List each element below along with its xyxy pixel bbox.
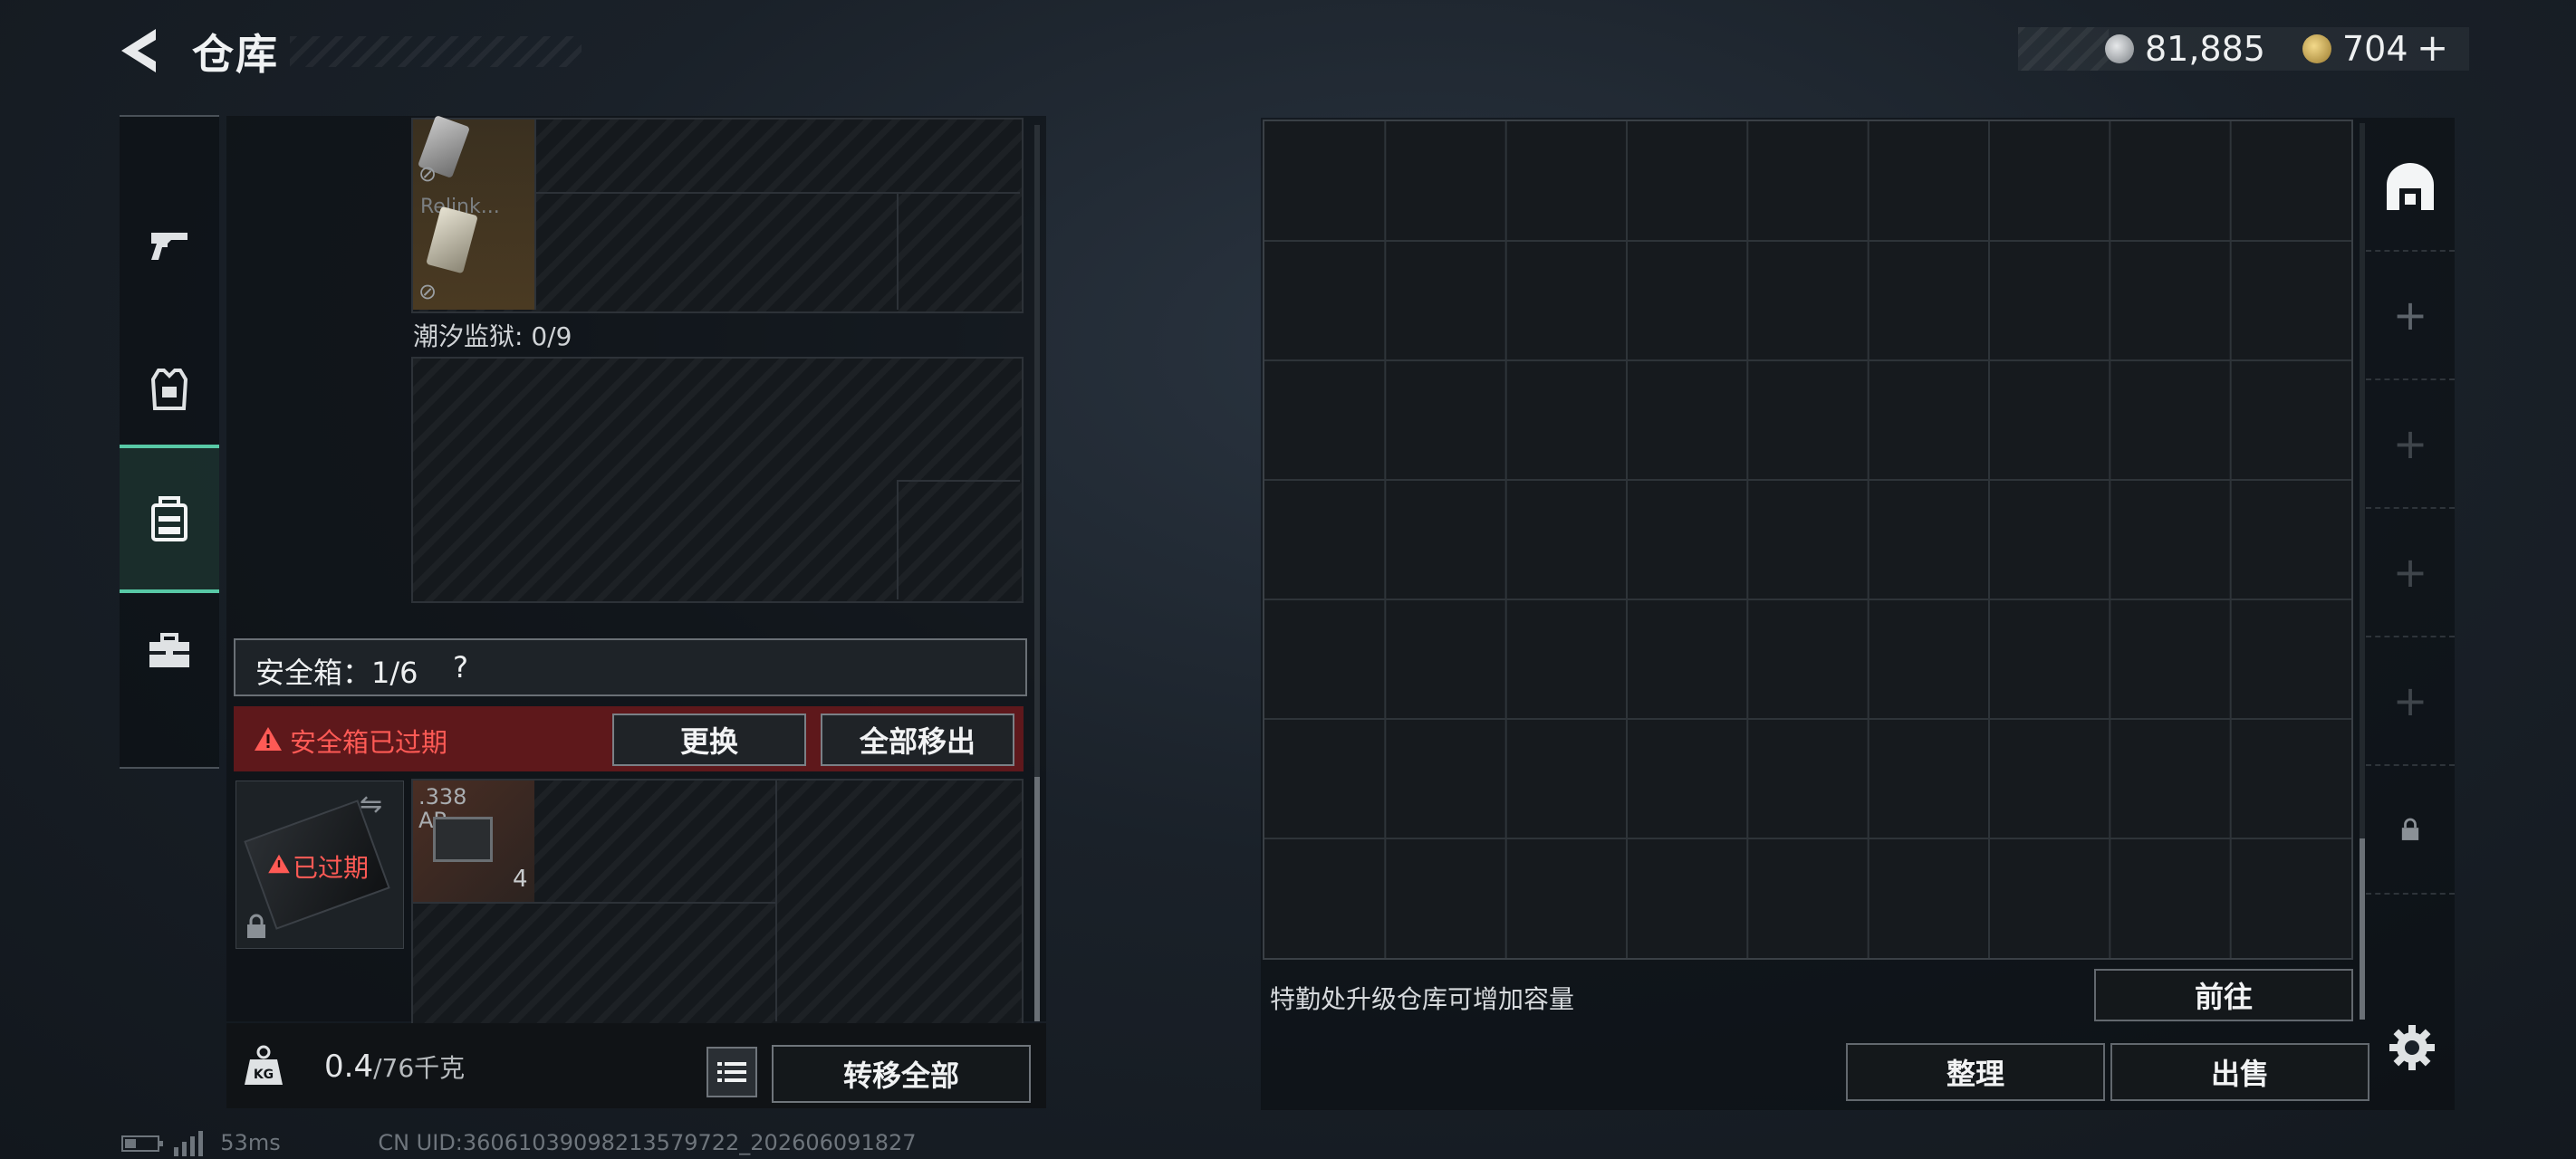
ammo-box-icon bbox=[433, 817, 493, 862]
sort-button[interactable]: 整理 bbox=[1846, 1043, 2105, 1101]
settings-gear-icon[interactable] bbox=[2388, 1023, 2437, 1072]
ammo-caliber: .338 bbox=[418, 784, 467, 809]
ping-text: 53ms bbox=[220, 1130, 281, 1155]
weight-capacity: /76千克 bbox=[373, 1053, 466, 1083]
sell-button[interactable]: 出售 bbox=[2110, 1043, 2369, 1101]
tab-items[interactable] bbox=[120, 579, 219, 723]
upper-container-grid: Relink... ⊘ ⊘ bbox=[411, 114, 1024, 313]
left-scrollbar[interactable] bbox=[1034, 125, 1040, 1021]
gold-balance: 704 bbox=[2342, 29, 2408, 69]
inventory-tabs bbox=[120, 115, 219, 769]
help-icon[interactable]: ? bbox=[453, 650, 468, 685]
weight-value: 0.4 bbox=[324, 1049, 374, 1085]
svg-text:KG: KG bbox=[254, 1068, 274, 1082]
no-insure-icon: ⊘ bbox=[418, 279, 437, 304]
back-button[interactable] bbox=[116, 25, 161, 76]
prison-container-grid bbox=[411, 357, 1024, 603]
no-insure-icon: ⊘ bbox=[418, 161, 437, 187]
currency-bar: 81,885 704 + bbox=[2018, 25, 2469, 71]
stash-page-add[interactable]: + bbox=[2366, 509, 2455, 637]
goto-button[interactable]: 前往 bbox=[2094, 969, 2353, 1021]
container-label: 潮汐监狱: 0/9 bbox=[413, 321, 572, 351]
uid-text: CN UID:3606103909821357972​2_20260609182… bbox=[378, 1130, 917, 1155]
safe-box-slot[interactable]: ⇋ 已过期 bbox=[235, 781, 404, 949]
warning-icon bbox=[255, 727, 282, 751]
scrollbar-thumb[interactable] bbox=[2360, 838, 2365, 1020]
weight-bar: KG 0.4/76千克 转移全部 bbox=[226, 1023, 1046, 1108]
plus-icon[interactable]: + bbox=[2393, 291, 2428, 340]
list-view-button[interactable] bbox=[706, 1047, 757, 1097]
stash-house-icon bbox=[2387, 163, 2434, 210]
back-arrow-icon bbox=[121, 29, 156, 72]
stash-grid-lines bbox=[1264, 121, 2351, 958]
status-footer: 53ms CN UID:3606103909821357972​2_202606… bbox=[121, 1130, 917, 1156]
silver-balance: 81,885 bbox=[2145, 29, 2265, 69]
remove-all-button[interactable]: 全部移出 bbox=[821, 714, 1014, 766]
toolbox-icon bbox=[149, 633, 189, 667]
ammo-item[interactable]: .338 AP 4 bbox=[413, 781, 534, 902]
vest-icon bbox=[150, 369, 188, 410]
safe-box-label: 安全箱：1/6 bbox=[255, 656, 418, 690]
signal-icon bbox=[173, 1131, 203, 1156]
stash-grid bbox=[1263, 120, 2353, 960]
battery-icon bbox=[121, 1135, 163, 1152]
stash-page-add[interactable]: + bbox=[2366, 252, 2455, 380]
lock-icon bbox=[247, 914, 265, 938]
add-currency-button[interactable]: + bbox=[2417, 25, 2448, 70]
swap-icon[interactable]: ⇋ bbox=[360, 789, 382, 820]
backpack-icon bbox=[151, 496, 187, 541]
tab-armor[interactable] bbox=[120, 318, 219, 463]
title-decoration bbox=[290, 36, 582, 67]
plus-icon[interactable]: + bbox=[2393, 419, 2428, 468]
page-title: 仓库 bbox=[192, 30, 279, 79]
scrollbar-thumb[interactable] bbox=[1034, 777, 1040, 1021]
stash-page-locked[interactable] bbox=[2366, 766, 2455, 895]
plus-icon[interactable]: + bbox=[2393, 548, 2428, 597]
safe-box-header: 安全箱：1/6 ? bbox=[234, 638, 1027, 696]
replace-button[interactable]: 更换 bbox=[612, 714, 806, 766]
plus-icon[interactable]: + bbox=[2393, 676, 2428, 725]
expired-warning-bar: 安全箱已过期 更换 全部移出 bbox=[234, 706, 1024, 771]
stash-page-main[interactable] bbox=[2366, 123, 2455, 252]
pistol-icon bbox=[151, 233, 187, 260]
warning-icon bbox=[268, 854, 290, 874]
transfer-all-button[interactable]: 转移全部 bbox=[772, 1045, 1031, 1103]
tab-backpack[interactable] bbox=[120, 445, 219, 593]
currency-decoration bbox=[2018, 27, 2109, 71]
stash-scrollbar[interactable] bbox=[2360, 123, 2365, 1020]
stash-page-add[interactable]: + bbox=[2366, 380, 2455, 509]
tab-weapons[interactable] bbox=[120, 173, 219, 318]
gold-coin-icon bbox=[2302, 34, 2331, 63]
ammo-count: 4 bbox=[513, 866, 528, 893]
stash-page-add[interactable]: + bbox=[2366, 637, 2455, 766]
safe-box-status: 已过期 bbox=[293, 853, 370, 883]
lock-icon bbox=[2401, 818, 2419, 840]
stash-page-column: + + + + bbox=[2366, 123, 2455, 902]
upgrade-hint: 特勤处升级仓库可增加容量 bbox=[1270, 984, 1575, 1014]
expired-message: 安全箱已过期 bbox=[290, 727, 448, 758]
safe-box-grid: .338 AP 4 bbox=[411, 779, 1024, 1025]
weight-icon: KG bbox=[245, 1045, 283, 1085]
weight-readout: 0.4/76千克 bbox=[324, 1049, 465, 1085]
silver-coin-icon bbox=[2105, 34, 2134, 63]
list-icon bbox=[717, 1062, 746, 1082]
